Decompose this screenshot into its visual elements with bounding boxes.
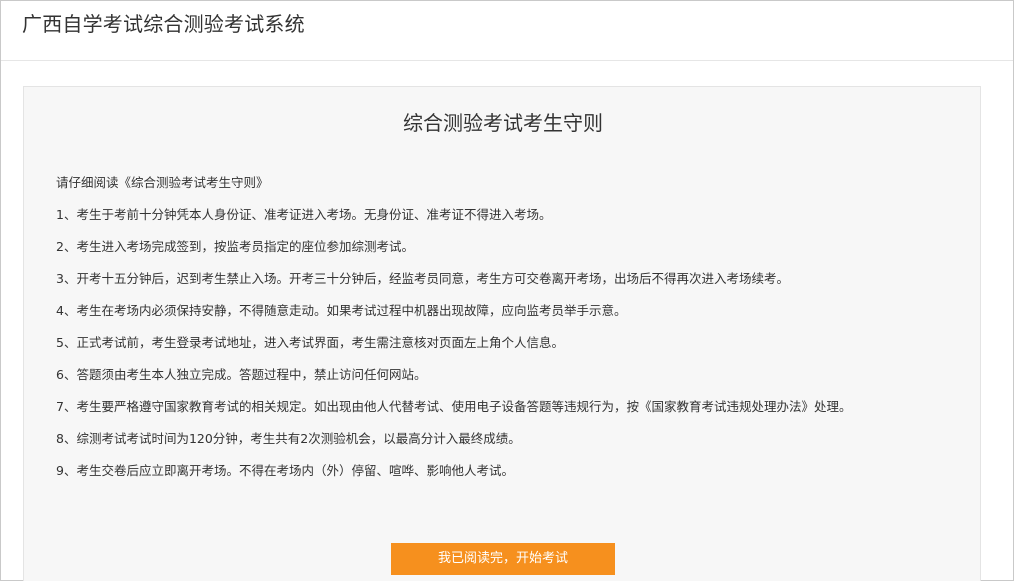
panel-title: 综合测验考试考生守则 <box>403 111 603 135</box>
rule-item-5: 5、正式考试前，考生登录考试地址，进入考试界面，考生需注意核对页面左上角个人信息… <box>56 335 564 350</box>
rules-panel: 综合测验考试考生守则 请仔细阅读《综合测验考试考生守则》 1、考生于考前十分钟凭… <box>23 86 981 581</box>
rules-list: 请仔细阅读《综合测验考试考生守则》 1、考生于考前十分钟凭本人身份证、准考证进入… <box>56 175 956 495</box>
rule-item-3: 3、开考十五分钟后，迟到考生禁止入场。开考三十分钟后，经监考员同意，考生方可交卷… <box>56 271 789 286</box>
rule-item-6: 6、答题须由考生本人独立完成。答题过程中，禁止访问任何网站。 <box>56 367 427 382</box>
rule-item-4: 4、考生在考场内必须保持安静，不得随意走动。如果考试过程中机器出现故障，应向监考… <box>56 303 627 318</box>
rule-item-2: 2、考生进入考场完成签到，按监考员指定的座位参加综测考试。 <box>56 239 414 254</box>
app-window: 广西自学考试综合测验考试系统 综合测验考试考生守则 请仔细阅读《综合测验考试考生… <box>0 0 1014 581</box>
start-exam-button[interactable]: 我已阅读完，开始考试 <box>391 543 615 575</box>
rule-item-9: 9、考生交卷后应立即离开考场。不得在考场内（外）停留、喧哗、影响他人考试。 <box>56 463 514 478</box>
rule-item-7: 7、考生要严格遵守国家教育考试的相关规定。如出现由他人代替考试、使用电子设备答题… <box>56 399 852 414</box>
rules-intro: 请仔细阅读《综合测验考试考生守则》 <box>56 175 269 190</box>
app-title: 广西自学考试综合测验考试系统 <box>22 12 305 36</box>
rule-item-1: 1、考生于考前十分钟凭本人身份证、准考证进入考场。无身份证、准考证不得进入考场。 <box>56 207 552 222</box>
header-bar: 广西自学考试综合测验考试系统 <box>1 1 1013 61</box>
rule-item-8: 8、综测考试考试时间为120分钟，考生共有2次测验机会，以最高分计入最终成绩。 <box>56 431 521 446</box>
